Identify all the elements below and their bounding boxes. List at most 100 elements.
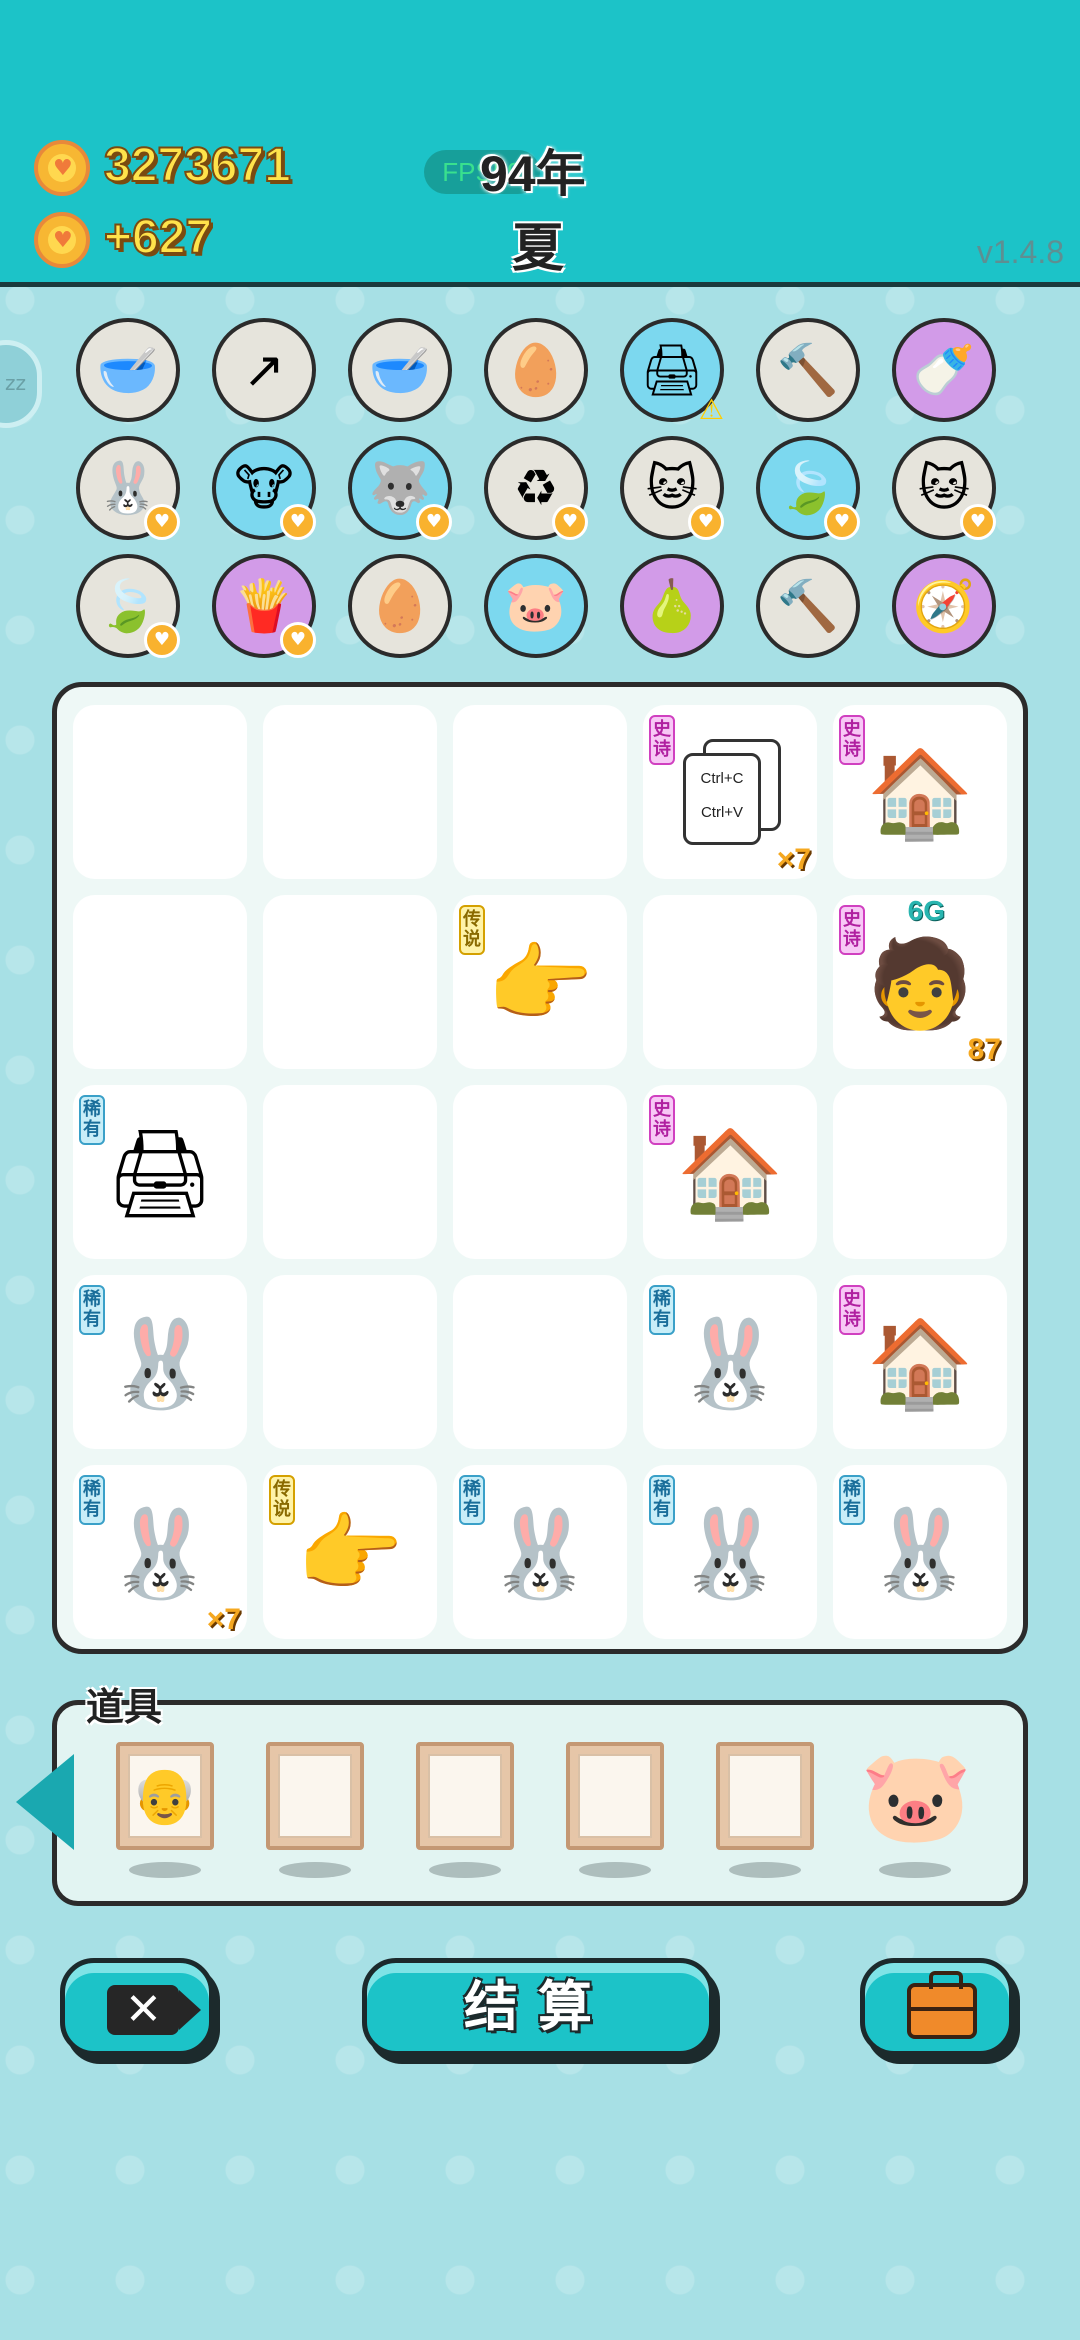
leaf-icon[interactable]: 🍃 ♥ xyxy=(756,436,860,540)
old-man-portrait-icon: 👴 xyxy=(128,1754,202,1838)
compass-icon[interactable]: 🧭 xyxy=(892,554,996,658)
board-cell-person[interactable]: 史诗 6G 🧑 87 xyxy=(833,895,1007,1069)
heart-badge-icon: ♥ xyxy=(416,504,452,540)
board-cell-empty[interactable] xyxy=(263,895,437,1069)
paste-label: Ctrl+V xyxy=(700,804,744,821)
printer-icon: 🖨 xyxy=(105,1123,215,1224)
printer-icon[interactable]: 🖨 ⚠ xyxy=(620,318,724,426)
board-cell-empty[interactable] xyxy=(453,1275,627,1449)
rabbit-icon[interactable]: 🐰 ♥ xyxy=(76,436,180,540)
exit-button[interactable]: ✕ xyxy=(60,1958,214,2056)
board-cell-copy-paste[interactable]: 史诗 Ctrl+C Ctrl+V ×7 xyxy=(643,705,817,879)
board-cell-empty[interactable] xyxy=(453,1085,627,1259)
board-cell-rabbit[interactable]: 稀有 🐰 xyxy=(643,1465,817,1639)
board-cell-empty[interactable] xyxy=(73,895,247,1069)
egg-tray-icon[interactable]: 🥚 xyxy=(348,554,452,658)
piggy-bank-icon-glyph: 🐷 xyxy=(504,577,568,635)
rabbit-icon-glyph: 🐰 xyxy=(96,459,160,517)
cows-icon-glyph: 🐮 xyxy=(234,459,294,517)
pet-bowl-icon[interactable]: 🥣 xyxy=(76,318,180,422)
hammer-icon-glyph: 🔨 xyxy=(776,577,840,635)
slot-shadow xyxy=(279,1862,351,1878)
sleep-icon: zz xyxy=(5,371,26,395)
warning-icon: ⚠ xyxy=(698,393,724,426)
cows-icon[interactable]: 🐮 ♥ xyxy=(212,436,316,540)
husky-icon[interactable]: 🐺 ♥ xyxy=(348,436,452,540)
board-cell-empty[interactable] xyxy=(833,1085,1007,1259)
pointing-hand-icon: 👉 xyxy=(296,1503,404,1604)
breast-pump-icon[interactable]: 🍼 xyxy=(892,318,996,422)
slot-shadow xyxy=(879,1862,951,1878)
hammer-icon[interactable]: 🔨 xyxy=(756,554,860,658)
board-cell-rabbit[interactable]: 稀有 🐰 xyxy=(453,1465,627,1639)
pointing-hand-icon: 👉 xyxy=(486,933,594,1034)
board-cell-pointing-hand[interactable]: 传说 👉 xyxy=(263,1465,437,1639)
heart-badge-icon: ♥ xyxy=(144,504,180,540)
rabbit-house-icon: 🏠 xyxy=(866,1313,974,1414)
board-cell-rabbit-house[interactable]: 史诗 🏠 xyxy=(833,1275,1007,1449)
item-slot-empty[interactable] xyxy=(266,1742,364,1850)
board-cell-printer[interactable]: 稀有 🖨 xyxy=(73,1085,247,1259)
season-label: 夏 xyxy=(512,219,565,279)
item-count: 87 xyxy=(967,1033,1001,1066)
board-cell-empty[interactable] xyxy=(643,895,817,1069)
heart-badge-icon: ♥ xyxy=(280,622,316,658)
income-value: +627 xyxy=(103,210,213,265)
fries-icon-glyph: 🍟 xyxy=(232,577,296,635)
leaf-icon[interactable]: 🍃 ♥ xyxy=(76,554,180,658)
hammer-icon-glyph: 🔨 xyxy=(776,341,840,399)
income-coin-icon: ♥ xyxy=(34,212,90,268)
piggy-bank-icon[interactable]: 🐷 xyxy=(860,1742,972,1852)
item-slot-empty[interactable] xyxy=(716,1742,814,1850)
pomelo-icon[interactable]: 🍐 xyxy=(620,554,724,658)
item-count: ×7 xyxy=(776,843,811,876)
board-cell-pointing-hand[interactable]: 传说 👉 xyxy=(453,895,627,1069)
board-cell-empty[interactable] xyxy=(263,705,437,879)
backpack-button[interactable] xyxy=(860,1958,1014,2056)
heart-badge-icon: ♥ xyxy=(960,504,996,540)
piggy-bank-icon[interactable]: 🐷 xyxy=(484,554,588,658)
cats-icon[interactable]: 🐱 ♥ xyxy=(892,436,996,540)
rabbit-house-icon: 🏠 xyxy=(866,743,974,844)
egg-tray-icon[interactable]: 🥚 xyxy=(484,318,588,422)
settle-button[interactable]: 结算 xyxy=(362,1958,714,2056)
upgrade-arrow-icon[interactable]: ↗ xyxy=(212,318,316,422)
board-cell-empty[interactable] xyxy=(453,705,627,879)
coin-icon: ♥ xyxy=(34,140,90,196)
coin-balance: 3273671 xyxy=(103,138,292,193)
board-cell-empty[interactable] xyxy=(263,1085,437,1259)
compass-icon-glyph: 🧭 xyxy=(912,577,976,635)
husky-icon-glyph: 🐺 xyxy=(368,459,432,517)
cats-icon[interactable]: 🐱 ♥ xyxy=(620,436,724,540)
board-cell-rabbit-house[interactable]: 史诗 🏠 xyxy=(643,1085,817,1259)
fries-icon[interactable]: 🍟 ♥ xyxy=(212,554,316,658)
pet-bowl-icon-glyph: 🥣 xyxy=(368,341,432,399)
upgrade-arrow-icon-glyph: ↗ xyxy=(243,341,285,399)
slot-shadow xyxy=(129,1862,201,1878)
board-cell-empty[interactable] xyxy=(263,1275,437,1449)
board-cell-rabbit[interactable]: 稀有 🐰 ×7 xyxy=(73,1465,247,1639)
slot-shadow xyxy=(579,1862,651,1878)
rabbit-icon: 🐰 xyxy=(106,1503,214,1604)
board-cell-rabbit[interactable]: 稀有 🐰 xyxy=(73,1275,247,1449)
item-slot-portrait[interactable]: 👴 xyxy=(116,1742,214,1850)
scroll-left-arrow-icon[interactable] xyxy=(16,1754,74,1850)
epic-tag: 史诗 xyxy=(649,715,675,765)
rabbit-icon: 🐰 xyxy=(486,1503,594,1604)
slot-shadow xyxy=(429,1862,501,1878)
hammer-icon[interactable]: 🔨 xyxy=(756,318,860,422)
printer-icon-glyph: 🖨 xyxy=(640,341,704,399)
recycle-icon[interactable]: ♻ ♥ xyxy=(484,436,588,540)
board-cell-rabbit[interactable]: 稀有 🐰 xyxy=(833,1465,1007,1639)
board-cell-rabbit-house[interactable]: 史诗 🏠 xyxy=(833,705,1007,879)
pet-bowl-icon[interactable]: 🥣 xyxy=(348,318,452,422)
item-count: ×7 xyxy=(206,1603,241,1636)
recycle-icon-glyph: ♻ xyxy=(513,459,559,517)
item-slot-empty[interactable] xyxy=(416,1742,514,1850)
merge-board: 史诗 Ctrl+C Ctrl+V ×7 史诗 🏠 传说 👉 史诗 6G 🧑 87 … xyxy=(52,682,1028,1654)
board-cell-rabbit[interactable]: 稀有 🐰 xyxy=(643,1275,817,1449)
board-cell-empty[interactable] xyxy=(73,705,247,879)
item-slot-empty[interactable] xyxy=(566,1742,664,1850)
breast-pump-icon-glyph: 🍼 xyxy=(912,341,976,399)
rabbit-icon: 🐰 xyxy=(106,1313,214,1414)
